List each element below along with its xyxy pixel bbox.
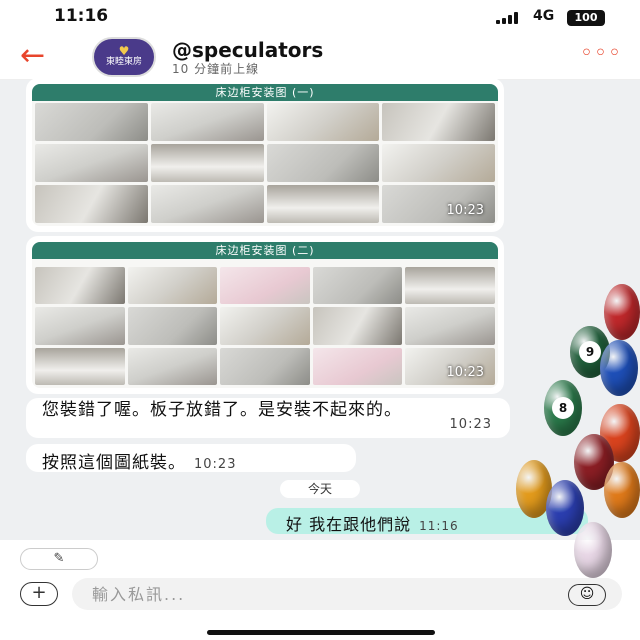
received-message[interactable]: 您裝錯了喔。板子放錯了。是安裝不起來的。 10:23	[26, 398, 510, 438]
message-time: 10:23	[449, 417, 492, 432]
photo	[266, 185, 380, 223]
photo	[35, 347, 125, 385]
photo-grid	[35, 267, 495, 385]
photo	[312, 267, 403, 305]
photo	[127, 267, 218, 305]
photo	[220, 347, 310, 385]
billiard-ball: 8	[544, 380, 582, 436]
image-message-1[interactable]: 床边柜安装图 (一) 10:23	[26, 78, 504, 232]
add-attachment-button[interactable]: +	[20, 582, 58, 606]
message-input[interactable]	[72, 578, 622, 610]
sheet-banner: 床边柜安装图 (一)	[32, 84, 498, 101]
status-bar: 11:16 4G 100	[0, 0, 640, 34]
billiard-ball	[600, 340, 638, 396]
photo	[35, 267, 125, 305]
heart-icon: ♥	[118, 44, 130, 58]
message-time: 11:16	[419, 519, 459, 533]
photo	[405, 267, 495, 305]
sheet-banner: 床边柜安装图 (二)	[32, 242, 498, 259]
date-divider: 今天	[280, 480, 360, 498]
message-text: 好 我在跟他們說	[286, 515, 412, 534]
photo	[220, 307, 310, 345]
billiard-ball	[546, 480, 584, 536]
battery-icon: 100	[567, 10, 605, 26]
note-button[interactable]: ✎	[20, 548, 98, 570]
message-text: 按照這個圖紙裝。	[42, 453, 186, 473]
photo	[382, 103, 495, 141]
photo	[312, 307, 403, 345]
photo	[35, 103, 148, 141]
photo	[35, 185, 148, 223]
photo	[312, 347, 403, 385]
home-indicator	[207, 630, 435, 635]
last-online-status: 10 分鐘前上線	[172, 62, 260, 76]
photo	[382, 144, 495, 182]
photo	[266, 144, 380, 182]
photo	[150, 144, 264, 182]
photo-grid	[35, 103, 495, 223]
instruction-sheet-1: 床边柜安装图 (一) 10:23	[32, 84, 498, 226]
image-message-2[interactable]: 床边柜安装图 (二) 10:23	[26, 236, 504, 394]
avatar[interactable]: ♥ 東睦東房	[92, 37, 156, 77]
received-message[interactable]: 按照這個圖紙裝。 10:23	[26, 444, 356, 473]
signal-icon	[496, 12, 522, 24]
message-text: 您裝錯了喔。板子放錯了。是安裝不起來的。	[42, 400, 402, 420]
photo	[150, 185, 264, 223]
ball-number: 8	[552, 397, 574, 419]
photo	[405, 307, 495, 345]
photo	[127, 307, 218, 345]
more-options-icon[interactable]: ◦◦◦	[580, 43, 624, 66]
message-time: 10:23	[446, 203, 484, 218]
plus-icon: +	[31, 582, 47, 603]
billiard-ball	[604, 462, 640, 518]
back-arrow-icon[interactable]: ←	[20, 41, 64, 72]
avatar-text: 東睦東房	[105, 57, 142, 67]
chat-header: ← ♥ 東睦東房 @speculators 10 分鐘前上線 ◦◦◦	[0, 34, 640, 80]
billiard-ball	[574, 522, 612, 578]
message-time: 10:23	[446, 365, 484, 380]
emoji-button[interactable]: ☺	[568, 584, 606, 606]
photo	[266, 103, 380, 141]
billiard-ball	[604, 284, 640, 340]
smiley-icon: ☺	[579, 586, 595, 602]
photo	[220, 267, 310, 305]
photo	[127, 347, 218, 385]
photo	[35, 144, 148, 182]
network-label: 4G	[533, 8, 555, 24]
contact-name[interactable]: @speculators	[172, 38, 323, 62]
photo	[35, 307, 125, 345]
photo	[150, 103, 264, 141]
status-time: 11:16	[54, 6, 109, 26]
edit-icon: ✎	[53, 551, 65, 566]
composer: ✎ + ☺	[0, 540, 640, 640]
instruction-sheet-2: 床边柜安装图 (二) 10:23	[32, 242, 498, 388]
message-time: 10:23	[194, 457, 237, 472]
ball-number: 9	[579, 341, 601, 363]
